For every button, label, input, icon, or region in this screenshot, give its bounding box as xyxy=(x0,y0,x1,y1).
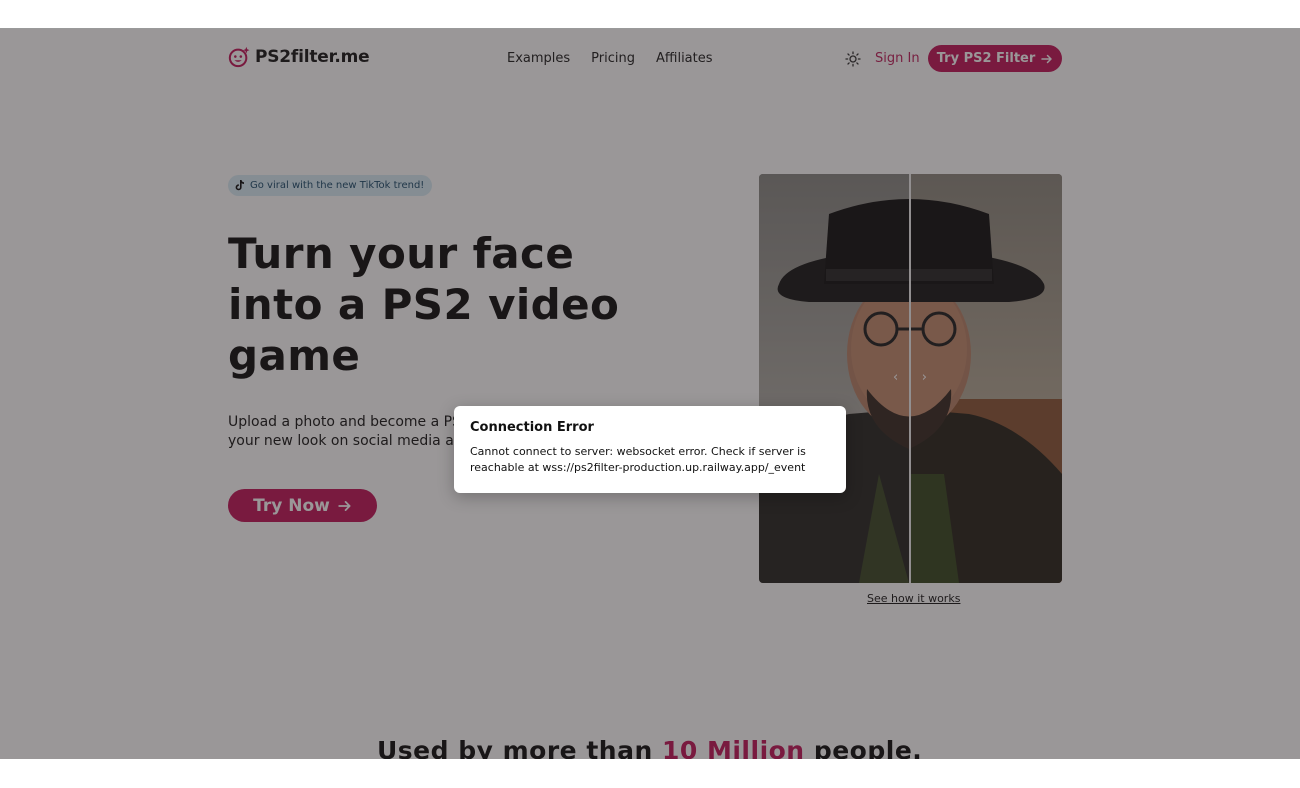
dialog-title: Connection Error xyxy=(470,420,594,435)
modal-backdrop[interactable] xyxy=(0,29,1300,759)
dialog-message: Cannot connect to server: websocket erro… xyxy=(470,445,806,474)
connection-error-dialog: Connection Error Cannot connect to serve… xyxy=(454,406,846,493)
page-viewport: PS2filter.me Examples Pricing Affiliates… xyxy=(0,28,1300,759)
